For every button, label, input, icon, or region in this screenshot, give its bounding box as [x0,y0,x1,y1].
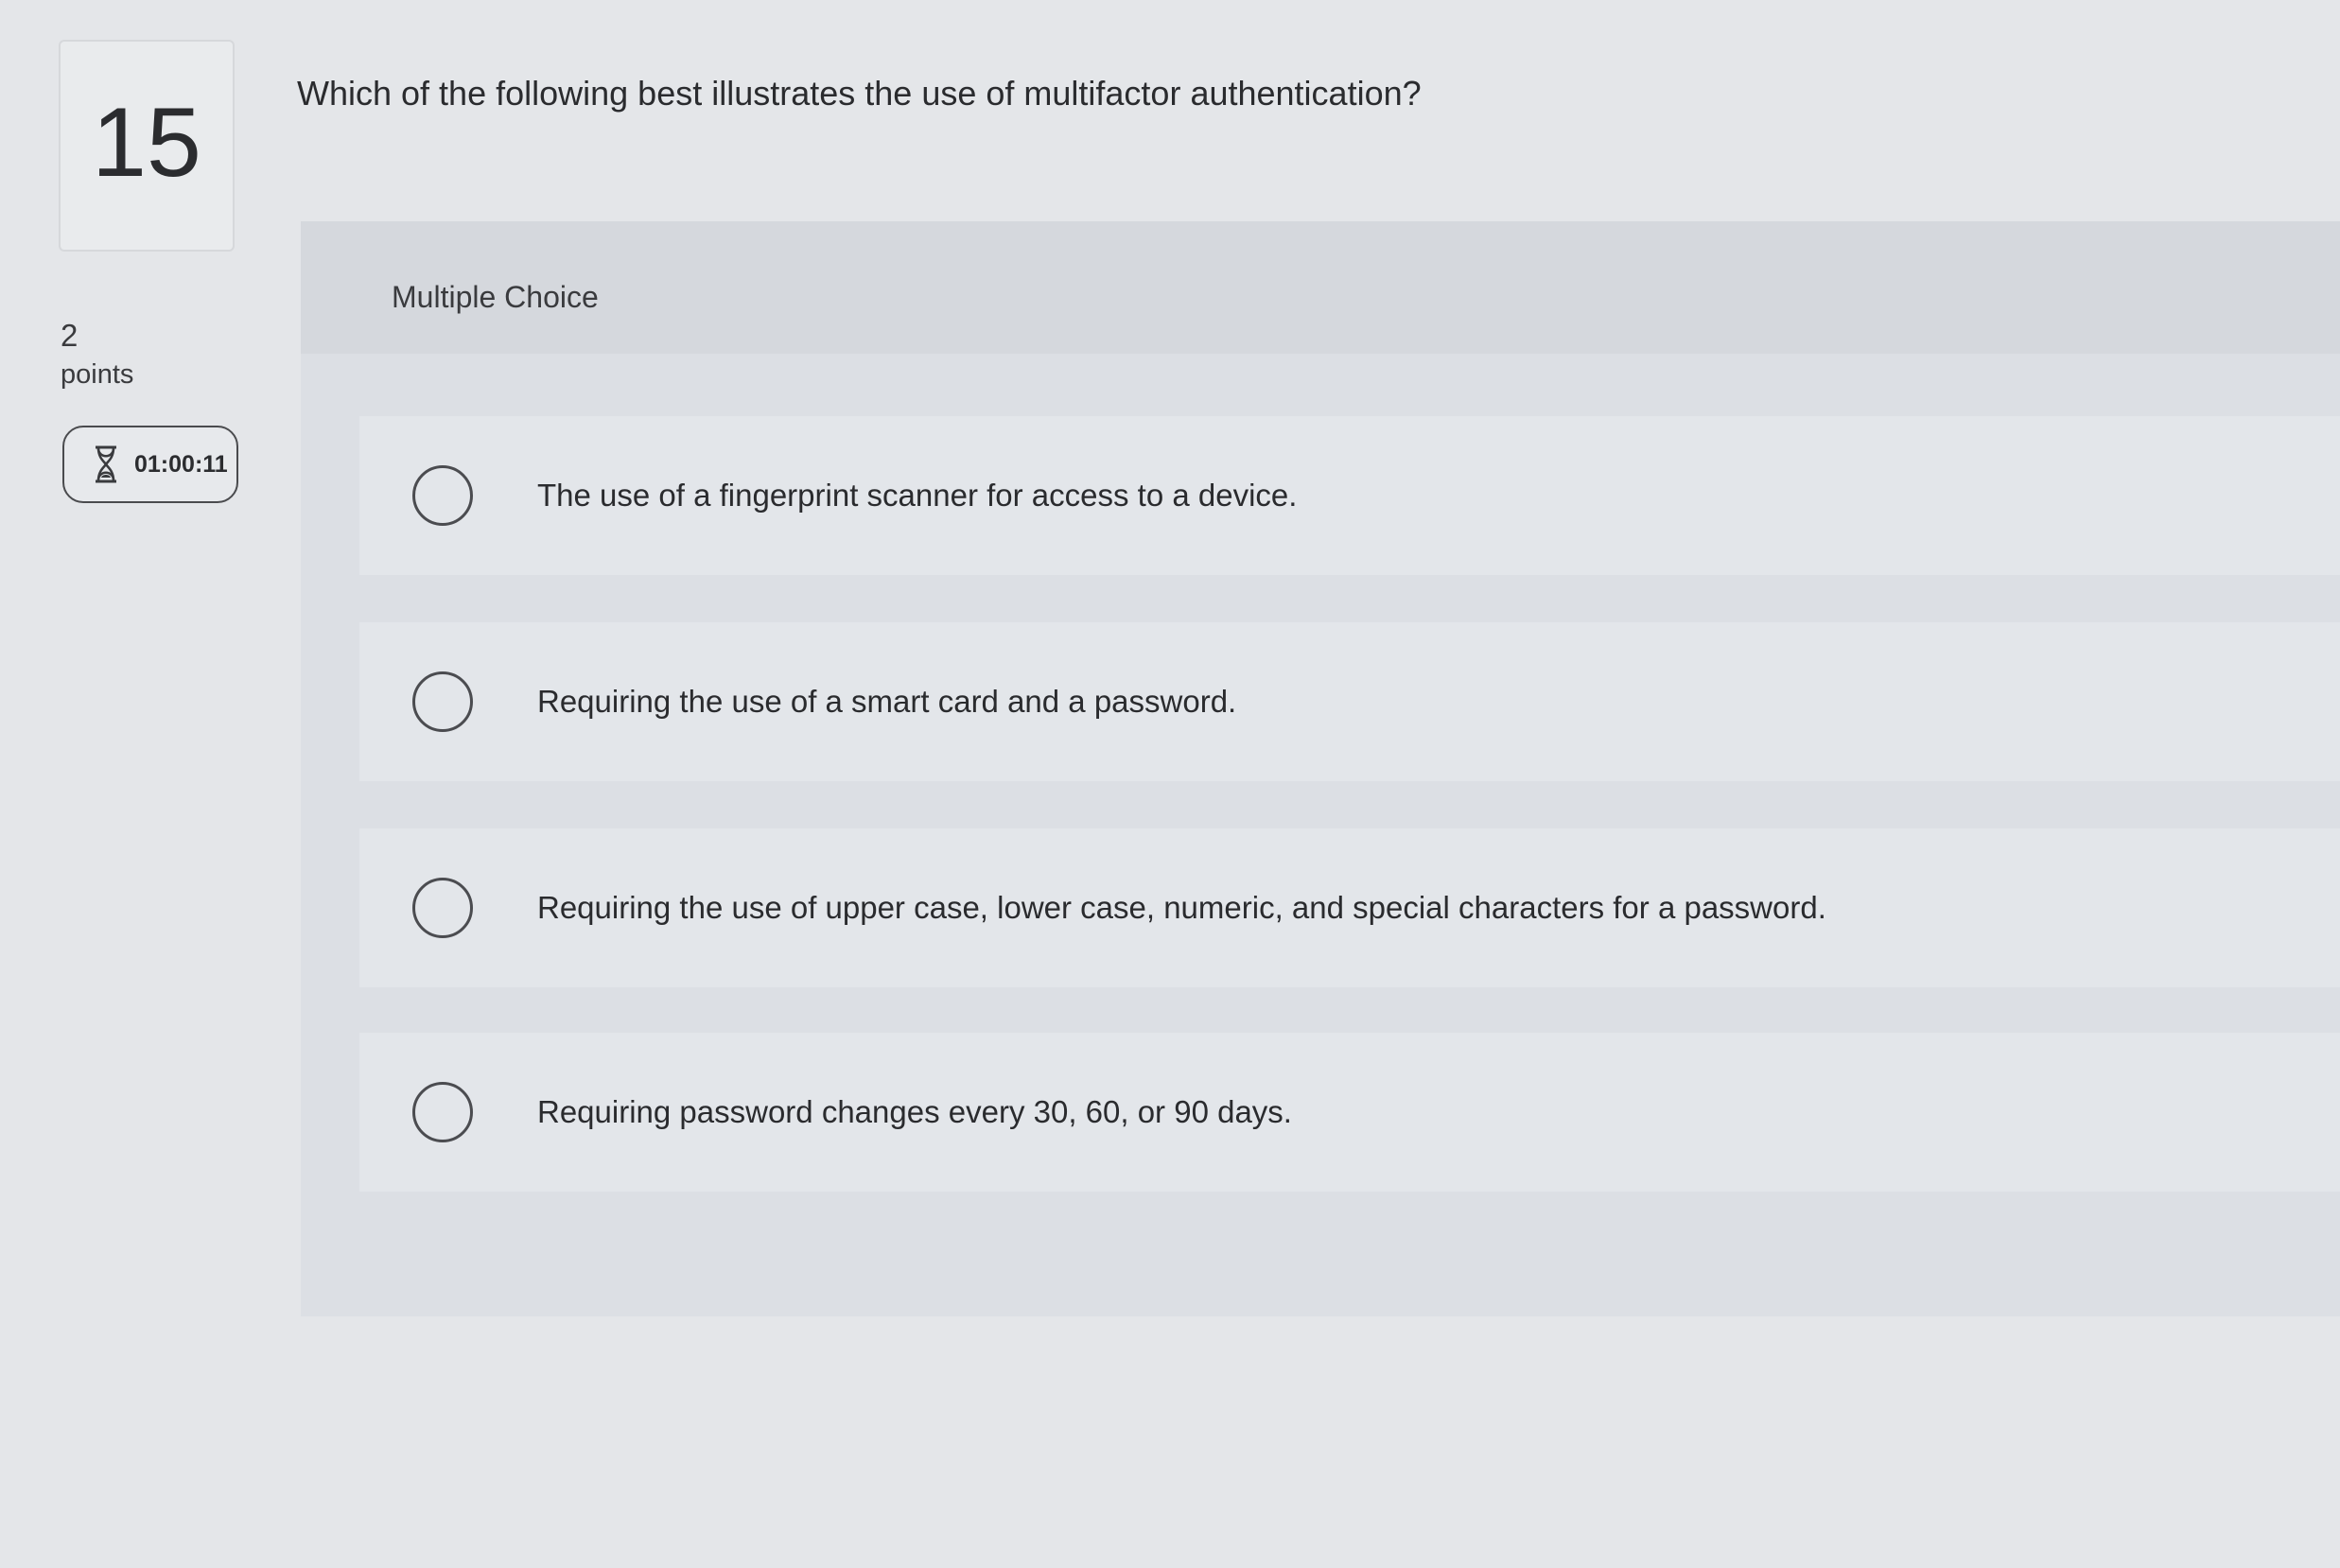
answer-option[interactable]: Requiring the use of a smart card and a … [359,622,2340,781]
answer-option-label: The use of a fingerprint scanner for acc… [537,478,1298,513]
radio-button[interactable] [412,465,473,526]
answer-panel: Multiple Choice The use of a fingerprint… [301,221,2340,1316]
answer-option[interactable]: Requiring the use of upper case, lower c… [359,828,2340,987]
answer-option-label: Requiring password changes every 30, 60,… [537,1094,1292,1129]
points-value: 2 [61,318,79,353]
hourglass-icon [93,445,119,483]
radio-button[interactable] [412,878,473,938]
points-label: points [61,359,134,390]
radio-button[interactable] [412,1082,473,1142]
answer-panel-header: Multiple Choice [301,221,2340,354]
answer-option[interactable]: The use of a fingerprint scanner for acc… [359,416,2340,575]
question-text: Which of the following best illustrates … [297,74,1422,113]
answer-option-label: Requiring the use of upper case, lower c… [537,890,1826,925]
question-type-label: Multiple Choice [392,280,599,314]
timer-badge: 01:00:11 [62,426,238,503]
answer-options-list: The use of a fingerprint scanner for acc… [301,354,2340,1316]
timer-text: 01:00:11 [134,450,228,478]
answer-option[interactable]: Requiring password changes every 30, 60,… [359,1033,2340,1192]
radio-button[interactable] [412,671,473,732]
question-number: 15 [92,88,201,198]
question-number-box: 15 [59,40,235,252]
answer-option-label: Requiring the use of a smart card and a … [537,684,1237,719]
